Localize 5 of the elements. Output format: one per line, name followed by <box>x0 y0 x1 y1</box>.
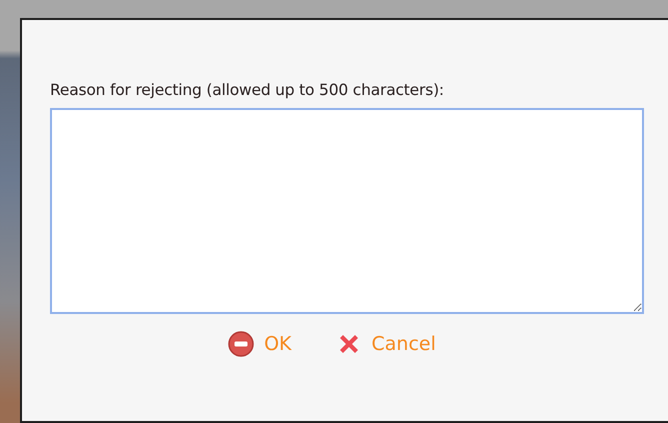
ok-button[interactable]: OK <box>228 330 292 358</box>
field-label: Reason for rejecting (allowed up to 500 characters): <box>50 80 445 100</box>
cancel-button[interactable]: Cancel <box>336 330 436 358</box>
reason-field[interactable] <box>50 108 644 314</box>
minus-circle-icon <box>228 331 254 358</box>
